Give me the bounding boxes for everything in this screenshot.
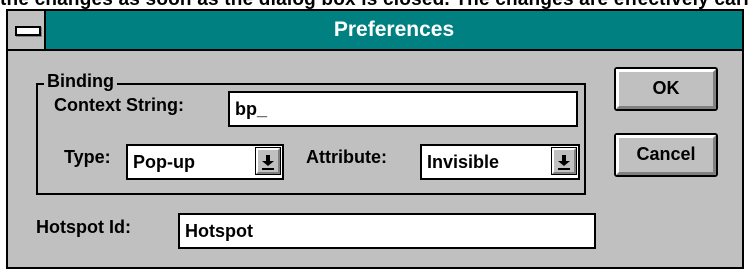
context-string-label: Context String:: [54, 95, 184, 115]
context-string-input[interactable]: bp_: [228, 91, 578, 127]
attribute-dropdown-button[interactable]: [551, 147, 577, 175]
attribute-dropdown[interactable]: Invisible: [420, 144, 580, 180]
hotspot-id-label: Hotspot Id:: [36, 217, 131, 237]
type-value: Pop-up: [133, 152, 195, 172]
cancel-button-label: Cancel: [636, 144, 696, 164]
binding-group-label: Binding: [44, 71, 117, 92]
dropdown-arrow-icon: [262, 155, 274, 170]
ok-button[interactable]: OK: [614, 67, 718, 111]
cancel-button[interactable]: Cancel: [614, 133, 718, 177]
type-dropdown-button[interactable]: [255, 147, 281, 175]
type-dropdown[interactable]: Pop-up: [126, 144, 284, 180]
type-label: Type:: [64, 147, 111, 167]
hotspot-id-input[interactable]: Hotspot: [178, 213, 596, 249]
dropdown-arrow-icon: [558, 155, 570, 170]
title-bar: Preferences: [8, 11, 742, 51]
attribute-label: Attribute:: [306, 147, 387, 167]
system-menu-icon[interactable]: [8, 11, 46, 49]
attribute-value: Invisible: [427, 152, 500, 172]
ok-button-label: OK: [652, 78, 680, 98]
background-document-text: the changes as soon as the dialog box is…: [0, 0, 752, 9]
dialog-title: Preferences: [333, 18, 455, 41]
preferences-dialog: Preferences Binding Context String: bp_ …: [6, 9, 744, 269]
